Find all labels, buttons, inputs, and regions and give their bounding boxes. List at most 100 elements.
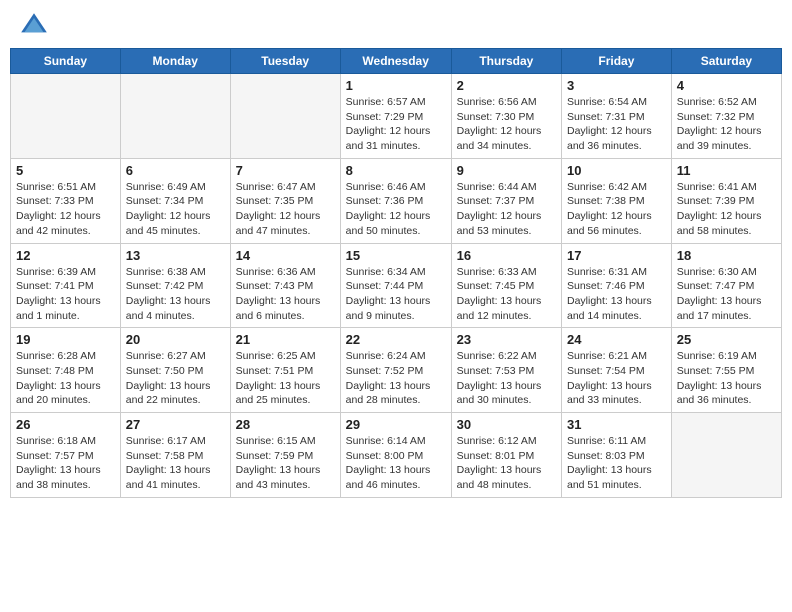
calendar-cell: 16 Sunrise: 6:33 AM Sunset: 7:45 PM Dayli…	[451, 243, 561, 328]
calendar-cell: 18Sunrise: 6:30 AM Sunset: 7:47 PM Dayli…	[671, 243, 781, 328]
day-info: Sunrise: 6:31 AM Sunset: 7:46 PM Dayligh…	[567, 265, 666, 324]
day-number: 31	[567, 417, 666, 432]
day-info: Sunrise: 6:24 AM Sunset: 7:52 PM Dayligh…	[346, 349, 446, 408]
calendar-cell: 21 Sunrise: 6:25 AM Sunset: 7:51 PM Dayli…	[230, 328, 340, 413]
column-header-saturday: Saturday	[671, 49, 781, 74]
day-info: Sunrise: 6:19 AM Sunset: 7:55 PM Dayligh…	[677, 349, 776, 408]
calendar-cell: 10Sunrise: 6:42 AM Sunset: 7:38 PM Dayli…	[562, 158, 672, 243]
day-info: Sunrise: 6:41 AM Sunset: 7:39 PM Dayligh…	[677, 180, 776, 239]
day-number: 21	[236, 332, 335, 347]
day-number: 11	[677, 163, 776, 178]
day-number: 14	[236, 248, 335, 263]
day-number: 20	[126, 332, 225, 347]
day-info: Sunrise: 6:17 AM Sunset: 7:58 PM Dayligh…	[126, 434, 225, 493]
day-info: Sunrise: 6:28 AM Sunset: 7:48 PM Dayligh…	[16, 349, 115, 408]
calendar-cell: 11 Sunrise: 6:41 AM Sunset: 7:39 PM Dayli…	[671, 158, 781, 243]
day-info: Sunrise: 6:27 AM Sunset: 7:50 PM Dayligh…	[126, 349, 225, 408]
day-number: 10	[567, 163, 666, 178]
day-number: 5	[16, 163, 115, 178]
calendar-week-row: 19 Sunrise: 6:28 AM Sunset: 7:48 PM Dayli…	[11, 328, 782, 413]
day-number: 6	[126, 163, 225, 178]
day-info: Sunrise: 6:25 AM Sunset: 7:51 PM Dayligh…	[236, 349, 335, 408]
calendar-cell: 27 Sunrise: 6:17 AM Sunset: 7:58 PM Dayli…	[120, 413, 230, 498]
day-info: Sunrise: 6:30 AM Sunset: 7:47 PM Dayligh…	[677, 265, 776, 324]
calendar-cell: 22 Sunrise: 6:24 AM Sunset: 7:52 PM Dayli…	[340, 328, 451, 413]
day-number: 23	[457, 332, 556, 347]
calendar-cell: 15 Sunrise: 6:34 AM Sunset: 7:44 PM Dayli…	[340, 243, 451, 328]
calendar-cell: 31 Sunrise: 6:11 AM Sunset: 8:03 PM Dayli…	[562, 413, 672, 498]
day-info: Sunrise: 6:39 AM Sunset: 7:41 PM Dayligh…	[16, 265, 115, 324]
day-number: 27	[126, 417, 225, 432]
day-number: 28	[236, 417, 335, 432]
day-info: Sunrise: 6:56 AM Sunset: 7:30 PM Dayligh…	[457, 95, 556, 154]
day-number: 15	[346, 248, 446, 263]
calendar-cell	[671, 413, 781, 498]
day-number: 8	[346, 163, 446, 178]
calendar-cell: 13Sunrise: 6:38 AM Sunset: 7:42 PM Dayli…	[120, 243, 230, 328]
day-number: 29	[346, 417, 446, 432]
calendar-cell: 25 Sunrise: 6:19 AM Sunset: 7:55 PM Dayli…	[671, 328, 781, 413]
calendar-cell: 28 Sunrise: 6:15 AM Sunset: 7:59 PM Dayli…	[230, 413, 340, 498]
day-info: Sunrise: 6:15 AM Sunset: 7:59 PM Dayligh…	[236, 434, 335, 493]
calendar-cell: 24 Sunrise: 6:21 AM Sunset: 7:54 PM Dayli…	[562, 328, 672, 413]
column-header-monday: Monday	[120, 49, 230, 74]
calendar-cell: 26Sunrise: 6:18 AM Sunset: 7:57 PM Dayli…	[11, 413, 121, 498]
page-header	[10, 10, 782, 42]
calendar-cell: 8 Sunrise: 6:46 AM Sunset: 7:36 PM Daylig…	[340, 158, 451, 243]
column-header-wednesday: Wednesday	[340, 49, 451, 74]
calendar-cell: 5 Sunrise: 6:51 AM Sunset: 7:33 PM Daylig…	[11, 158, 121, 243]
day-info: Sunrise: 6:33 AM Sunset: 7:45 PM Dayligh…	[457, 265, 556, 324]
calendar-cell	[120, 74, 230, 159]
day-info: Sunrise: 6:36 AM Sunset: 7:43 PM Dayligh…	[236, 265, 335, 324]
day-number: 9	[457, 163, 556, 178]
day-info: Sunrise: 6:51 AM Sunset: 7:33 PM Dayligh…	[16, 180, 115, 239]
calendar-cell	[11, 74, 121, 159]
day-info: Sunrise: 6:22 AM Sunset: 7:53 PM Dayligh…	[457, 349, 556, 408]
day-number: 19	[16, 332, 115, 347]
day-info: Sunrise: 6:21 AM Sunset: 7:54 PM Dayligh…	[567, 349, 666, 408]
day-number: 16	[457, 248, 556, 263]
calendar-cell: 1 Sunrise: 6:57 AM Sunset: 7:29 PM Daylig…	[340, 74, 451, 159]
calendar-cell: 9 Sunrise: 6:44 AM Sunset: 7:37 PM Daylig…	[451, 158, 561, 243]
day-number: 25	[677, 332, 776, 347]
calendar-week-row: 12 Sunrise: 6:39 AM Sunset: 7:41 PM Dayli…	[11, 243, 782, 328]
calendar-week-row: 5 Sunrise: 6:51 AM Sunset: 7:33 PM Daylig…	[11, 158, 782, 243]
calendar-cell	[230, 74, 340, 159]
calendar-cell: 23 Sunrise: 6:22 AM Sunset: 7:53 PM Dayli…	[451, 328, 561, 413]
day-info: Sunrise: 6:57 AM Sunset: 7:29 PM Dayligh…	[346, 95, 446, 154]
calendar-table: SundayMondayTuesdayWednesdayThursdayFrid…	[10, 48, 782, 498]
day-info: Sunrise: 6:49 AM Sunset: 7:34 PM Dayligh…	[126, 180, 225, 239]
day-info: Sunrise: 6:34 AM Sunset: 7:44 PM Dayligh…	[346, 265, 446, 324]
calendar-cell: 4Sunrise: 6:52 AM Sunset: 7:32 PM Daylig…	[671, 74, 781, 159]
calendar-cell: 6 Sunrise: 6:49 AM Sunset: 7:34 PM Daylig…	[120, 158, 230, 243]
day-number: 12	[16, 248, 115, 263]
day-number: 2	[457, 78, 556, 93]
column-header-thursday: Thursday	[451, 49, 561, 74]
day-number: 17	[567, 248, 666, 263]
day-info: Sunrise: 6:11 AM Sunset: 8:03 PM Dayligh…	[567, 434, 666, 493]
calendar-cell: 12 Sunrise: 6:39 AM Sunset: 7:41 PM Dayli…	[11, 243, 121, 328]
day-info: Sunrise: 6:44 AM Sunset: 7:37 PM Dayligh…	[457, 180, 556, 239]
day-info: Sunrise: 6:54 AM Sunset: 7:31 PM Dayligh…	[567, 95, 666, 154]
day-number: 24	[567, 332, 666, 347]
calendar-cell: 7 Sunrise: 6:47 AM Sunset: 7:35 PM Daylig…	[230, 158, 340, 243]
logo-icon	[18, 10, 50, 42]
calendar-week-row: 26Sunrise: 6:18 AM Sunset: 7:57 PM Dayli…	[11, 413, 782, 498]
day-info: Sunrise: 6:12 AM Sunset: 8:01 PM Dayligh…	[457, 434, 556, 493]
day-info: Sunrise: 6:14 AM Sunset: 8:00 PM Dayligh…	[346, 434, 446, 493]
calendar-cell: 20 Sunrise: 6:27 AM Sunset: 7:50 PM Dayli…	[120, 328, 230, 413]
day-number: 30	[457, 417, 556, 432]
day-number: 3	[567, 78, 666, 93]
day-number: 1	[346, 78, 446, 93]
day-number: 7	[236, 163, 335, 178]
day-info: Sunrise: 6:47 AM Sunset: 7:35 PM Dayligh…	[236, 180, 335, 239]
day-info: Sunrise: 6:52 AM Sunset: 7:32 PM Dayligh…	[677, 95, 776, 154]
logo	[18, 10, 54, 42]
column-header-sunday: Sunday	[11, 49, 121, 74]
day-number: 22	[346, 332, 446, 347]
column-header-tuesday: Tuesday	[230, 49, 340, 74]
day-info: Sunrise: 6:46 AM Sunset: 7:36 PM Dayligh…	[346, 180, 446, 239]
column-header-friday: Friday	[562, 49, 672, 74]
calendar-header-row: SundayMondayTuesdayWednesdayThursdayFrid…	[11, 49, 782, 74]
day-info: Sunrise: 6:18 AM Sunset: 7:57 PM Dayligh…	[16, 434, 115, 493]
